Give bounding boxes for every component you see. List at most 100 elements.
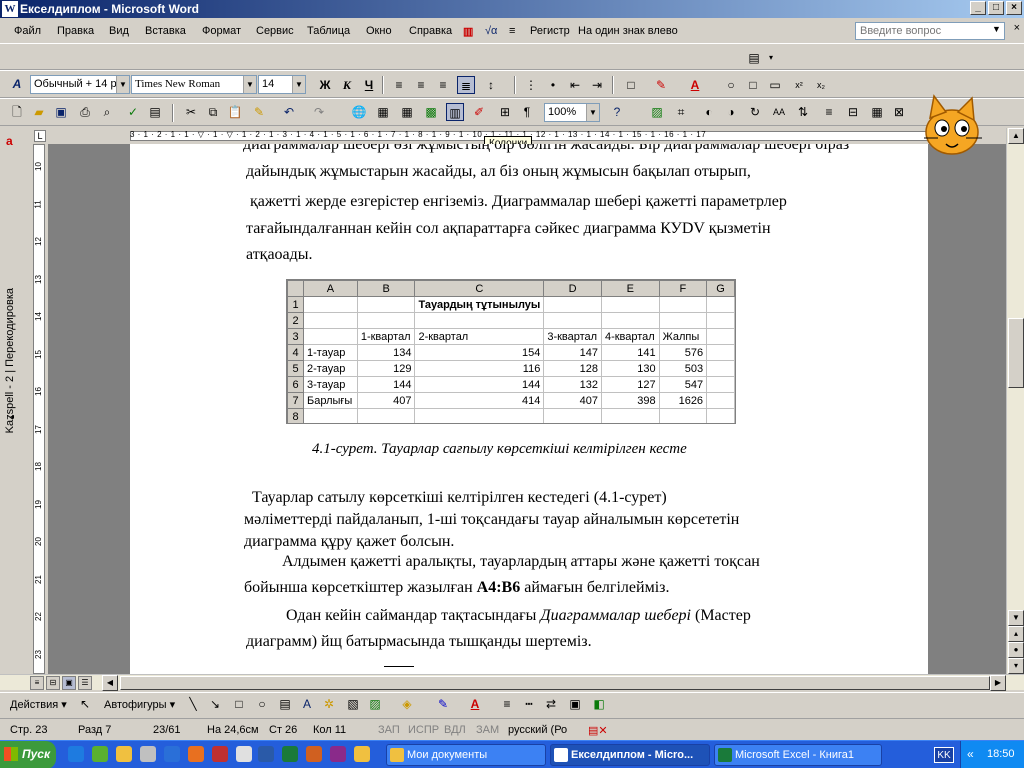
print-preview-icon[interactable]: ⌕ <box>98 103 116 121</box>
close-button[interactable]: × <box>1006 1 1022 15</box>
sheet-cell[interactable] <box>543 408 602 423</box>
sheet-row-header[interactable]: 6 <box>287 376 305 393</box>
sheet-cell[interactable] <box>658 408 708 423</box>
align-right-icon[interactable]: ≡ <box>434 76 452 94</box>
status-overtype[interactable]: ЗАМ <box>476 724 499 736</box>
sheet-cell[interactable]: 1626 <box>658 392 708 409</box>
draw-picture-icon[interactable]: ▨ <box>366 695 384 713</box>
sheet-cell[interactable]: 2-тауар <box>303 360 358 377</box>
format-picture-icon[interactable]: ▦ <box>868 103 886 121</box>
sheet-cell[interactable] <box>414 408 545 423</box>
scroll-up-icon[interactable]: ▲ <box>1008 128 1024 144</box>
sheet-cell[interactable] <box>706 392 735 409</box>
sheet-column-header[interactable]: C <box>414 280 545 297</box>
justify-icon[interactable]: ≣ <box>457 76 475 94</box>
minimize-button[interactable]: _ <box>970 1 986 15</box>
actions-menu[interactable]: Действия ▾ <box>10 698 67 711</box>
task-my-documents[interactable]: Мои документы <box>386 744 546 766</box>
wordart-icon[interactable]: A <box>298 695 316 713</box>
image-brightness-icon[interactable]: ◑ <box>722 103 740 121</box>
sheet-cell[interactable]: Барлығы <box>303 392 358 409</box>
spelling-status-icon[interactable]: ▤✕ <box>588 724 608 737</box>
menu-help[interactable]: Справка <box>409 25 452 37</box>
line-style-icon[interactable]: ≡ <box>820 103 838 121</box>
select-objects-icon[interactable]: ↖ <box>76 695 94 713</box>
reset-picture-icon[interactable]: ⊠ <box>890 103 908 121</box>
sheet-column-header[interactable]: D <box>543 280 602 297</box>
select-browse-object-icon[interactable]: ● <box>1008 642 1024 658</box>
menu-edit[interactable]: Правка <box>57 25 94 37</box>
sheet-row-header[interactable]: 1 <box>287 296 305 313</box>
normal-view-icon[interactable]: ≡ <box>30 676 44 690</box>
firefox-icon[interactable] <box>188 746 204 762</box>
print-icon[interactable]: ⎙ <box>76 103 94 121</box>
explorer-icon[interactable] <box>116 746 132 762</box>
sheet-cell[interactable] <box>356 408 416 423</box>
sheet-cell[interactable]: 134 <box>356 344 416 361</box>
sheet-row-header[interactable]: 7 <box>287 392 305 409</box>
sheet-cell[interactable]: 130 <box>600 360 660 377</box>
vertical-ruler[interactable]: 10 11 12 13 14 15 16 17 18 19 20 21 22 23 <box>30 144 48 674</box>
scroll-down-icon[interactable]: ▼ <box>1008 610 1024 626</box>
bold-button[interactable]: Ж <box>316 76 334 94</box>
mini-toolbar-dropdown-icon[interactable]: ▾ <box>762 49 780 67</box>
excel-quick-icon[interactable] <box>282 746 298 762</box>
sheet-cell[interactable]: 407 <box>356 392 416 409</box>
arrow-icon[interactable]: ↘ <box>206 695 224 713</box>
sheet-cell[interactable]: 144 <box>356 376 416 393</box>
maximize-button[interactable]: □ <box>988 1 1004 15</box>
align-center-icon[interactable]: ≡ <box>412 76 430 94</box>
sheet-cell[interactable]: 144 <box>414 376 545 393</box>
fill-color-icon[interactable]: ◈ <box>398 695 416 713</box>
line-icon[interactable]: ╲ <box>184 695 202 713</box>
sheet-cell[interactable] <box>303 296 358 313</box>
sheet-cell[interactable]: 154 <box>414 344 545 361</box>
sheet-cell[interactable]: 132 <box>543 376 602 393</box>
sheet-cell[interactable] <box>303 328 358 345</box>
sheet-cell[interactable] <box>600 408 660 423</box>
mini-toolbar-icon[interactable]: ▤ <box>745 49 763 67</box>
numbering-icon[interactable]: ⋮ <box>522 76 540 94</box>
diagram-icon[interactable]: ✲ <box>320 695 338 713</box>
word-quick-icon[interactable] <box>258 746 274 762</box>
status-record[interactable]: ЗАП <box>378 724 400 736</box>
autoshapes-menu[interactable]: Автофигуры ▾ <box>104 698 175 711</box>
font-color-icon[interactable]: A <box>686 76 704 94</box>
sheet-cell[interactable]: 147 <box>543 344 602 361</box>
chevron-down-icon[interactable]: ▼ <box>586 104 599 121</box>
bullets-icon[interactable]: • <box>544 76 562 94</box>
sheet-cell[interactable]: 129 <box>356 360 416 377</box>
start-button[interactable]: Пуск <box>0 741 56 768</box>
sheet-cell[interactable]: 3-тауар <box>303 376 358 393</box>
menu-insert[interactable]: Вставка <box>145 25 186 37</box>
highlight-icon[interactable]: ✎ <box>652 76 670 94</box>
sheet-cell[interactable]: Жалпы <box>658 328 708 345</box>
decrease-indent-icon[interactable]: ⇤ <box>566 76 584 94</box>
sheet-cell[interactable]: 414 <box>414 392 545 409</box>
sheet-column-header[interactable]: B <box>356 280 416 297</box>
task-excel[interactable]: Microsoft Excel - Книга1 <box>714 744 882 766</box>
sheet-cell[interactable] <box>543 296 602 313</box>
chevron-down-icon[interactable]: ▼ <box>292 76 305 93</box>
cut-icon[interactable]: ✂ <box>182 103 200 121</box>
outline-view-icon[interactable]: ☰ <box>78 676 92 690</box>
sheet-cell[interactable]: 407 <box>543 392 602 409</box>
rotate-icon[interactable]: ↻ <box>746 103 764 121</box>
zoom-combo[interactable]: 100% ▼ <box>544 103 600 122</box>
sheet-cell[interactable]: 128 <box>543 360 602 377</box>
folder-quick-icon[interactable] <box>354 746 370 762</box>
formula-icon[interactable]: √α <box>485 25 497 37</box>
status-extend[interactable]: ВДЛ <box>444 724 466 736</box>
ie-icon[interactable] <box>68 746 84 762</box>
help-icon[interactable]: ? <box>608 103 626 121</box>
copy-icon[interactable]: ⧉ <box>204 103 222 121</box>
new-document-icon[interactable]: 🗋 <box>8 103 26 121</box>
chevron-down-icon[interactable]: ▼ <box>243 76 256 93</box>
text-wrap-icon[interactable]: AA <box>770 103 788 121</box>
align-menu-icon[interactable]: ≡ <box>509 25 515 37</box>
dash-style-icon[interactable]: ┅ <box>520 695 538 713</box>
sheet-column-header[interactable] <box>287 280 305 297</box>
access-quick-icon[interactable] <box>330 746 346 762</box>
menu-register[interactable]: Регистр <box>530 25 570 37</box>
textbox-icon[interactable]: ▭ <box>766 76 784 94</box>
